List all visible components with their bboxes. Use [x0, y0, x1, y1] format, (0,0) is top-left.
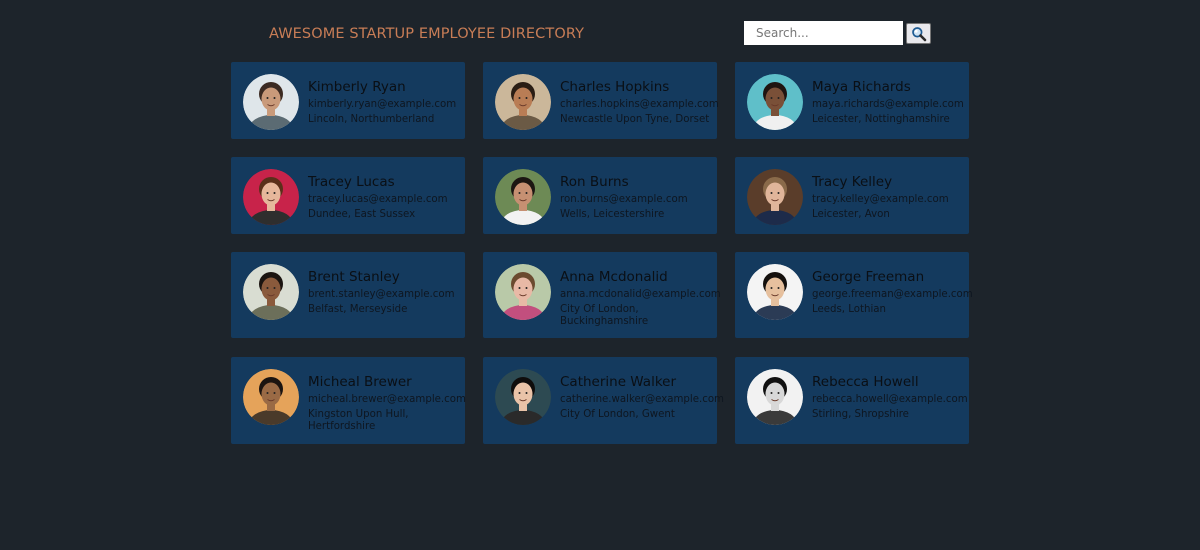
avatar — [495, 74, 551, 130]
employee-info: Brent Stanley brent.stanley@example.com Be… — [308, 269, 460, 316]
employee-name: Charles Hopkins — [560, 79, 670, 95]
employee-location: Dundee, East Sussex — [308, 209, 416, 220]
employee-email: tracey.lucas@example.com — [308, 194, 448, 205]
avatar — [243, 169, 299, 225]
avatar — [243, 264, 299, 320]
employee-location: Belfast, Merseyside — [308, 304, 408, 315]
employee-card[interactable]: Maya Richards maya.richards@example.com Le… — [735, 62, 969, 139]
employee-email: maya.richards@example.com — [812, 99, 964, 110]
search-form — [744, 21, 932, 45]
employee-name: Catherine Walker — [560, 374, 677, 390]
avatar — [747, 169, 803, 225]
search-input[interactable] — [744, 21, 903, 45]
employee-location: Kingston Upon Hull, Hertfordshire — [308, 409, 409, 432]
employee-card[interactable]: Tracy Kelley tracy.kelley@example.com Leic… — [735, 157, 969, 234]
employee-card[interactable]: Tracey Lucas tracey.lucas@example.com Dund… — [231, 157, 465, 234]
employee-email: anna.mcdonalid@example.com — [560, 289, 721, 300]
employee-info: Tracy Kelley tracy.kelley@example.com Leic… — [812, 174, 964, 221]
employee-location: Lincoln, Northumberland — [308, 114, 435, 125]
employee-card[interactable]: Rebecca Howell rebecca.howell@example.com… — [735, 357, 969, 444]
employee-email: ron.burns@example.com — [560, 194, 688, 205]
employee-email: rebecca.howell@example.com — [812, 394, 968, 405]
employee-info: Maya Richards maya.richards@example.com Le… — [812, 79, 964, 126]
search-button[interactable] — [906, 23, 931, 44]
header: AWESOME STARTUP EMPLOYEE DIRECTORY — [0, 0, 1200, 62]
employee-email: charles.hopkins@example.com — [560, 99, 719, 110]
employee-email: brent.stanley@example.com — [308, 289, 455, 300]
employee-info: Anna Mcdonalid anna.mcdonalid@example.com… — [560, 269, 721, 328]
avatar — [243, 74, 299, 130]
employee-name: Brent Stanley — [308, 269, 400, 285]
avatar — [243, 369, 299, 425]
employee-email: catherine.walker@example.com — [560, 394, 724, 405]
employee-email: tracy.kelley@example.com — [812, 194, 949, 205]
avatar — [495, 169, 551, 225]
employee-name: Kimberly Ryan — [308, 79, 406, 95]
employee-card[interactable]: Catherine Walker catherine.walker@example… — [483, 357, 724, 444]
page-title: AWESOME STARTUP EMPLOYEE DIRECTORY — [269, 26, 585, 42]
employee-info: Charles Hopkins charles.hopkins@example.c… — [560, 79, 719, 126]
employee-info: Kimberly Ryan kimberly.ryan@example.com Li… — [308, 79, 460, 126]
employee-card[interactable]: George Freeman george.freeman@example.com… — [735, 252, 973, 338]
employee-info: Catherine Walker catherine.walker@example… — [560, 374, 724, 421]
employee-location: Newcastle Upon Tyne, Dorset — [560, 114, 710, 125]
avatar — [495, 264, 551, 320]
employee-location: City Of London, Gwent — [560, 409, 675, 420]
employee-info: Tracey Lucas tracey.lucas@example.com Dund… — [308, 174, 460, 221]
avatar — [747, 74, 803, 130]
employee-name: George Freeman — [812, 269, 925, 285]
employee-email: kimberly.ryan@example.com — [308, 99, 457, 110]
employee-location: Leicester, Avon — [812, 209, 890, 220]
employee-email: george.freeman@example.com — [812, 289, 973, 300]
employee-info: George Freeman george.freeman@example.com… — [812, 269, 973, 316]
employee-name: Tracy Kelley — [812, 174, 893, 190]
employee-email: micheal.brewer@example.com — [308, 394, 466, 405]
employee-card[interactable]: Kimberly Ryan kimberly.ryan@example.com Li… — [231, 62, 465, 139]
employee-info: Rebecca Howell rebecca.howell@example.com… — [812, 374, 968, 421]
employee-name: Anna Mcdonalid — [560, 269, 668, 285]
employee-info: Ron Burns ron.burns@example.com Wells, Lei… — [560, 174, 712, 221]
employee-card[interactable]: Brent Stanley brent.stanley@example.com Be… — [231, 252, 465, 338]
employee-info: Micheal Brewer micheal.brewer@example.com… — [308, 374, 466, 433]
employee-location: City Of London, Buckinghamshire — [560, 304, 649, 327]
avatar — [747, 369, 803, 425]
employee-name: Micheal Brewer — [308, 374, 412, 390]
employee-card[interactable]: Ron Burns ron.burns@example.com Wells, Lei… — [483, 157, 717, 234]
employee-location: Stirling, Shropshire — [812, 409, 909, 420]
employee-name: Tracey Lucas — [308, 174, 395, 190]
employee-name: Ron Burns — [560, 174, 629, 190]
employee-card[interactable]: Charles Hopkins charles.hopkins@example.c… — [483, 62, 719, 139]
avatar — [747, 264, 803, 320]
employee-location: Leicester, Nottinghamshire — [812, 114, 950, 125]
employee-location: Leeds, Lothian — [812, 304, 886, 315]
employee-card[interactable]: Anna Mcdonalid anna.mcdonalid@example.com… — [483, 252, 721, 338]
employee-card[interactable]: Micheal Brewer micheal.brewer@example.com… — [231, 357, 466, 444]
avatar — [495, 369, 551, 425]
employee-name: Maya Richards — [812, 79, 911, 95]
search-icon — [912, 27, 927, 42]
employee-name: Rebecca Howell — [812, 374, 919, 390]
employee-location: Wells, Leicestershire — [560, 209, 665, 220]
